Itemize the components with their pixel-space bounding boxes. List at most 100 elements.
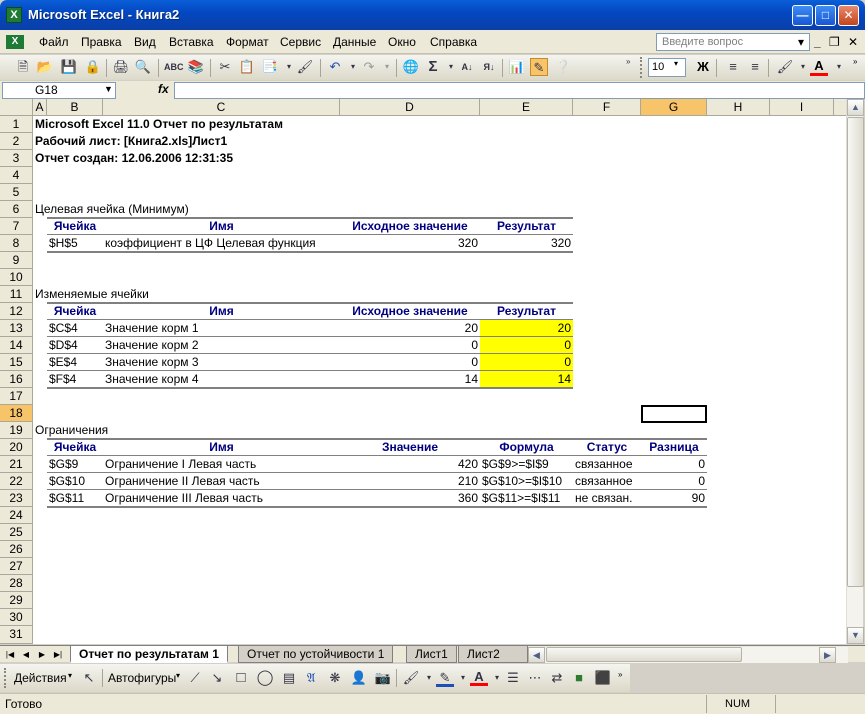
menu-tools[interactable]: Сервис xyxy=(280,35,321,49)
row-header[interactable]: 4 xyxy=(0,167,33,184)
target-row-initial[interactable]: 320 xyxy=(340,235,480,252)
changing-row-name[interactable]: Значение корм 4 xyxy=(103,371,201,388)
row-header[interactable]: 29 xyxy=(0,592,33,609)
row-header[interactable]: 24 xyxy=(0,507,33,524)
constraints-header-diff[interactable]: Разница xyxy=(641,439,707,456)
row-header[interactable]: 9 xyxy=(0,252,33,269)
horizontal-scroll-thumb[interactable] xyxy=(546,647,742,662)
sheet-tab-list1[interactable]: Лист1 xyxy=(406,646,457,663)
constraint-row-value[interactable]: 360 xyxy=(340,490,480,507)
scroll-up-button[interactable]: ▲ xyxy=(847,99,864,116)
line-color-icon[interactable]: ✎ xyxy=(436,669,454,687)
hyperlink-icon[interactable]: 🌐 xyxy=(402,58,420,76)
row-header[interactable]: 22 xyxy=(0,473,33,490)
column-header-h[interactable]: H xyxy=(707,99,770,116)
row-header[interactable]: 30 xyxy=(0,609,33,626)
row-header[interactable]: 2 xyxy=(0,133,33,150)
changing-section-title[interactable]: Изменяемые ячейки xyxy=(33,286,151,303)
row-header[interactable]: 7 xyxy=(0,218,33,235)
vertical-scrollbar[interactable]: ▲ ▼ xyxy=(846,99,864,644)
row-header[interactable]: 8 xyxy=(0,235,33,252)
line-style-icon[interactable]: ☰ xyxy=(504,669,522,687)
target-row-result[interactable]: 320 xyxy=(480,235,573,252)
constraint-row-diff[interactable]: 90 xyxy=(641,490,707,507)
constraint-row-value[interactable]: 210 xyxy=(340,473,480,490)
changing-header-result[interactable]: Результат xyxy=(480,303,573,320)
constraint-row-name[interactable]: Ограничение III Левая часть xyxy=(103,490,265,507)
permission-icon[interactable]: 🔒 xyxy=(84,58,102,76)
chevron-down-icon[interactable]: ▾ xyxy=(176,671,180,680)
constraint-row-name[interactable]: Ограничение II Левая часть xyxy=(103,473,262,490)
constraints-header-value[interactable]: Значение xyxy=(340,439,480,456)
report-worksheet[interactable]: Рабочий лист: [Книга2.xls]Лист1 xyxy=(33,133,229,150)
column-header-d[interactable]: D xyxy=(340,99,480,116)
scroll-right-button[interactable]: ▶ xyxy=(819,647,836,663)
draw-actions-menu[interactable]: Действия xyxy=(14,671,67,685)
first-sheet-button[interactable]: |◀ xyxy=(4,647,16,662)
menu-data[interactable]: Данные xyxy=(333,35,376,49)
constraint-row-cell[interactable]: $G$10 xyxy=(47,473,87,490)
changing-row-cell[interactable]: $C$4 xyxy=(47,320,80,337)
name-box[interactable]: G18 xyxy=(2,82,116,99)
shadow-style-icon[interactable]: ■ xyxy=(570,669,588,687)
align-center-icon[interactable]: ≡ xyxy=(724,58,742,76)
changing-row-cell[interactable]: $E$4 xyxy=(47,354,79,371)
column-header-a[interactable]: A xyxy=(33,99,47,116)
column-header-c[interactable]: C xyxy=(103,99,340,116)
toolbar-options-icon[interactable]: » xyxy=(853,57,861,78)
menu-insert[interactable]: Вставка xyxy=(169,35,214,49)
rectangle-icon[interactable]: □ xyxy=(232,669,250,687)
constraint-row-status[interactable]: не связан. xyxy=(573,490,635,507)
row-header[interactable]: 27 xyxy=(0,558,33,575)
column-header-e[interactable]: E xyxy=(480,99,573,116)
changing-row-initial[interactable]: 20 xyxy=(340,320,480,337)
last-sheet-button[interactable]: ▶| xyxy=(52,647,64,662)
changing-row-result[interactable]: 14 xyxy=(480,371,573,388)
changing-row-name[interactable]: Значение корм 2 xyxy=(103,337,201,354)
target-row-name[interactable]: коэффициент в ЦФ Целевая функция xyxy=(103,235,318,252)
column-header-next[interactable] xyxy=(834,99,846,116)
row-header[interactable]: 18 xyxy=(0,405,33,422)
drawing-toggle-icon[interactable]: ✎ xyxy=(530,58,548,76)
changing-header-name[interactable]: Имя xyxy=(103,303,340,320)
bold-button[interactable]: Ж xyxy=(694,58,712,76)
paste-icon[interactable]: 📑 xyxy=(261,58,279,76)
changing-row-initial[interactable]: 14 xyxy=(340,371,480,388)
row-header[interactable]: 23 xyxy=(0,490,33,507)
arrow-icon[interactable]: ↘ xyxy=(208,669,226,687)
changing-row-result[interactable]: 20 xyxy=(480,320,573,337)
fill-color-icon[interactable]: 🖌 xyxy=(776,58,794,76)
constraint-row-status[interactable]: связанное xyxy=(573,473,635,490)
horizontal-scrollbar[interactable]: ◀ ▶ xyxy=(528,647,848,663)
insert-function-icon[interactable]: fx xyxy=(158,82,169,96)
redo-dropdown-icon[interactable]: ▾ xyxy=(378,58,396,76)
help-search-input[interactable]: Введите вопрос xyxy=(656,33,810,51)
sheet-tab-sensitivity-report[interactable]: Отчет по устойчивости 1 xyxy=(238,646,394,663)
undo-icon[interactable]: ↶ xyxy=(326,58,344,76)
sheet-tab-list2[interactable]: Лист2 xyxy=(458,646,528,663)
format-painter-icon[interactable]: 🖌 xyxy=(296,58,314,76)
font-color-dropdown-icon[interactable]: ▾ xyxy=(830,58,848,76)
constraint-row-value[interactable]: 420 xyxy=(340,456,480,473)
menu-window[interactable]: Окно xyxy=(388,35,416,49)
constraint-row-formula[interactable]: $G$11>=$I$11 xyxy=(480,490,562,507)
worksheet-grid[interactable]: A B C D E F G H I 1 2 3 4 5 6 7 8 9 10 1… xyxy=(0,99,846,644)
constraints-section-title[interactable]: Ограничения xyxy=(33,422,110,439)
chevron-down-icon[interactable]: ▾ xyxy=(68,671,72,680)
minimize-button[interactable]: — xyxy=(792,5,813,26)
select-objects-icon[interactable]: ↖ xyxy=(80,669,98,687)
open-folder-icon[interactable]: 📂 xyxy=(36,58,54,76)
oval-icon[interactable]: ◯ xyxy=(256,669,274,687)
spelling-icon[interactable]: ABC xyxy=(164,58,184,76)
row-header[interactable]: 12 xyxy=(0,303,33,320)
report-created[interactable]: Отчет создан: 12.06.2006 12:31:35 xyxy=(33,150,235,167)
chevron-down-icon[interactable]: ▾ xyxy=(674,59,678,68)
row-header[interactable]: 14 xyxy=(0,337,33,354)
research-icon[interactable]: 📚 xyxy=(187,58,205,76)
constraint-row-cell[interactable]: $G$11 xyxy=(47,490,86,507)
target-header-cell[interactable]: Ячейка xyxy=(47,218,103,235)
row-header[interactable]: 10 xyxy=(0,269,33,286)
constraint-row-status[interactable]: связанное xyxy=(573,456,635,473)
constraint-row-name[interactable]: Ограничение I Левая часть xyxy=(103,456,258,473)
constraints-header-status[interactable]: Статус xyxy=(573,439,641,456)
